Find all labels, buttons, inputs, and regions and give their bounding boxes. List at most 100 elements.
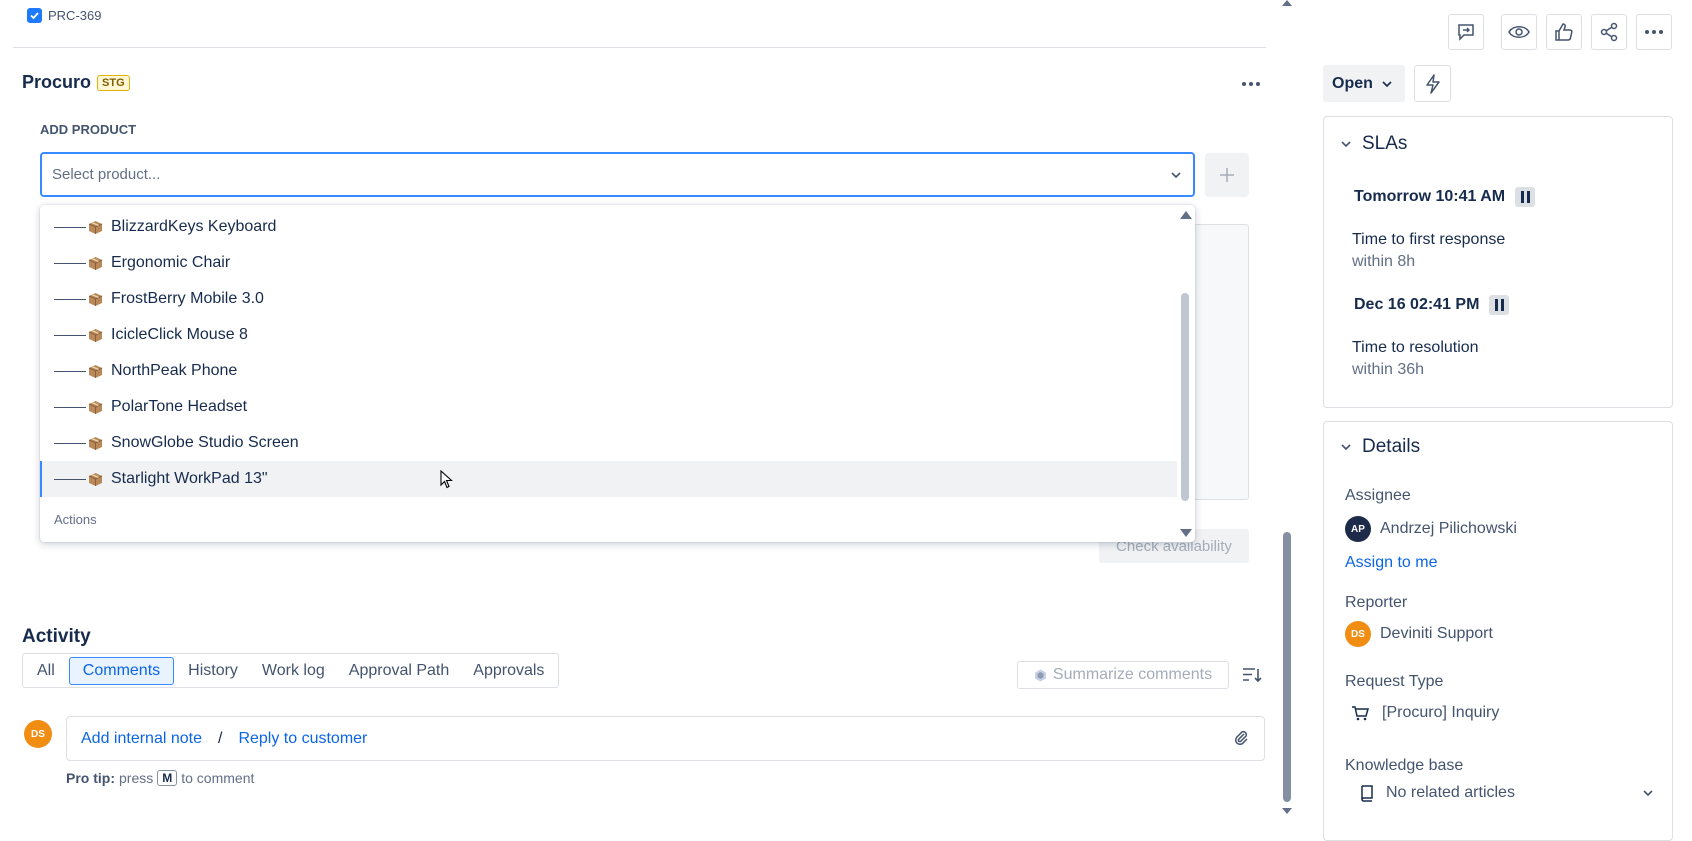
issue-key[interactable]: PRC-369 [48, 8, 101, 23]
pro-tip-prefix: Pro tip: [66, 770, 115, 786]
tree-connector [54, 226, 86, 228]
assignee-field[interactable]: AP Andrzej Pilichowski [1345, 516, 1517, 542]
scroll-up-arrow-icon[interactable] [1282, 0, 1292, 6]
ai-sparkle-icon [1034, 669, 1046, 681]
keyboard-shortcut: M [157, 770, 178, 786]
main-scrollbar[interactable] [1281, 0, 1293, 817]
product-option[interactable]: Ergonomic Chair [40, 245, 1177, 281]
package-icon [88, 364, 103, 378]
add-product-label: ADD PRODUCT [40, 122, 137, 137]
package-icon [88, 436, 103, 450]
watch-button[interactable] [1501, 14, 1537, 50]
chevron-down-icon [1643, 790, 1653, 797]
scroll-down-arrow-icon[interactable] [1180, 529, 1192, 537]
product-option[interactable]: IcicleClick Mouse 8 [40, 317, 1177, 353]
dropdown-scrollbar-thumb[interactable] [1181, 293, 1189, 501]
chevron-down-icon [1341, 141, 1351, 148]
product-option[interactable]: BlizzardKeys Keyboard [40, 209, 1177, 245]
automation-button[interactable] [1414, 65, 1451, 102]
knowledge-base-field[interactable]: No related articles [1360, 784, 1654, 802]
sla-date-text: Dec 16 02:41 PM [1354, 296, 1480, 313]
share-button[interactable] [1591, 14, 1627, 50]
actions-group-label: Actions [54, 512, 97, 527]
avatar: DS [1345, 621, 1371, 647]
attachment-icon[interactable] [1232, 729, 1250, 747]
scroll-down-arrow-icon[interactable] [1282, 808, 1292, 814]
product-option[interactable]: FrostBerry Mobile 3.0 [40, 281, 1177, 317]
plus-icon [1220, 168, 1234, 182]
product-option[interactable]: PolarTone Headset [40, 389, 1177, 425]
product-option-label: NorthPeak Phone [111, 362, 238, 379]
pause-icon [1515, 187, 1536, 207]
assignee-name: Andrzej Pilichowski [1380, 520, 1517, 537]
scroll-up-arrow-icon[interactable] [1180, 211, 1192, 219]
product-option-label: SnowGlobe Studio Screen [111, 434, 299, 451]
product-option-label: Starlight WorkPad 13" [111, 470, 268, 487]
tab-comments[interactable]: Comments [68, 656, 175, 685]
tab-work-log[interactable]: Work log [252, 657, 335, 685]
tab-all[interactable]: All [27, 657, 65, 685]
pro-tip: Pro tip: press M to comment [66, 770, 254, 786]
feedback-icon [1458, 24, 1474, 41]
availability-panel [1193, 224, 1249, 500]
product-select[interactable]: Select product... [40, 152, 1195, 197]
reporter-field[interactable]: DS Deviniti Support [1345, 621, 1493, 647]
app-more-button[interactable] [1236, 72, 1266, 96]
product-option-label: PolarTone Headset [111, 398, 248, 415]
assign-to-me-link[interactable]: Assign to me [1345, 554, 1437, 572]
sla-name: Time to first response [1352, 231, 1506, 248]
product-option-label: FrostBerry Mobile 3.0 [111, 290, 264, 307]
thumbs-up-icon [1555, 23, 1573, 41]
product-option[interactable]: Starlight WorkPad 13" [40, 461, 1177, 497]
slas-card: SLAs Tomorrow 10:41 AM Time to first res… [1323, 116, 1673, 408]
vote-button[interactable] [1546, 14, 1582, 50]
tab-approval-path[interactable]: Approval Path [339, 657, 460, 685]
assignee-label: Assignee [1345, 487, 1411, 504]
main-scrollbar-thumb[interactable] [1283, 532, 1291, 802]
sla-date-text: Tomorrow 10:41 AM [1354, 188, 1506, 205]
add-internal-note-link[interactable]: Add internal note [81, 730, 202, 748]
task-checkbox-icon [27, 8, 42, 23]
details-title: Details [1362, 436, 1421, 457]
sla-due-date: Tomorrow 10:41 AM [1354, 187, 1536, 207]
status-dropdown[interactable]: Open [1323, 65, 1405, 102]
knowledge-base-value: No related articles [1386, 784, 1515, 801]
tree-connector [54, 334, 86, 336]
slas-title: SLAs [1362, 133, 1408, 154]
lightning-bolt-icon [1425, 73, 1440, 94]
activity-title: Activity [22, 626, 91, 647]
package-icon [88, 256, 103, 270]
more-icon [1645, 30, 1649, 34]
tree-connector [54, 442, 86, 444]
add-product-button[interactable] [1205, 153, 1249, 197]
divider [13, 47, 1266, 48]
tree-connector [54, 298, 86, 300]
sla-within: within 8h [1352, 253, 1416, 270]
product-select-placeholder: Select product... [52, 166, 161, 183]
reply-to-customer-link[interactable]: Reply to customer [238, 730, 367, 748]
avatar: DS [24, 720, 52, 748]
request-type-field[interactable]: [Procuro] Inquiry [1351, 704, 1499, 722]
more-icon [1242, 82, 1246, 86]
status-label: Open [1332, 74, 1373, 92]
tab-approvals[interactable]: Approvals [463, 657, 554, 685]
product-option-label: IcicleClick Mouse 8 [111, 326, 248, 343]
separator: / [217, 729, 223, 747]
product-option[interactable]: NorthPeak Phone [40, 353, 1177, 389]
tab-history[interactable]: History [178, 657, 248, 685]
more-actions-button[interactable] [1636, 14, 1672, 50]
comment-box[interactable]: Add internal note / Reply to customer [66, 716, 1265, 761]
details-header[interactable]: Details [1340, 436, 1420, 458]
summarize-comments-button[interactable]: Summarize comments [1017, 661, 1229, 689]
book-icon [1361, 784, 1373, 802]
reporter-label: Reporter [1345, 594, 1408, 611]
product-option[interactable]: SnowGlobe Studio Screen [40, 425, 1177, 461]
feedback-button[interactable] [1448, 14, 1484, 50]
slas-header[interactable]: SLAs [1340, 133, 1407, 155]
sla-due-date: Dec 16 02:41 PM [1354, 295, 1510, 315]
breadcrumb[interactable]: PRC-369 [27, 8, 101, 23]
sort-icon[interactable] [1242, 666, 1262, 684]
app-header: Procuro STG [22, 72, 130, 93]
eye-icon [1508, 26, 1530, 38]
product-option-label: BlizzardKeys Keyboard [111, 218, 277, 235]
